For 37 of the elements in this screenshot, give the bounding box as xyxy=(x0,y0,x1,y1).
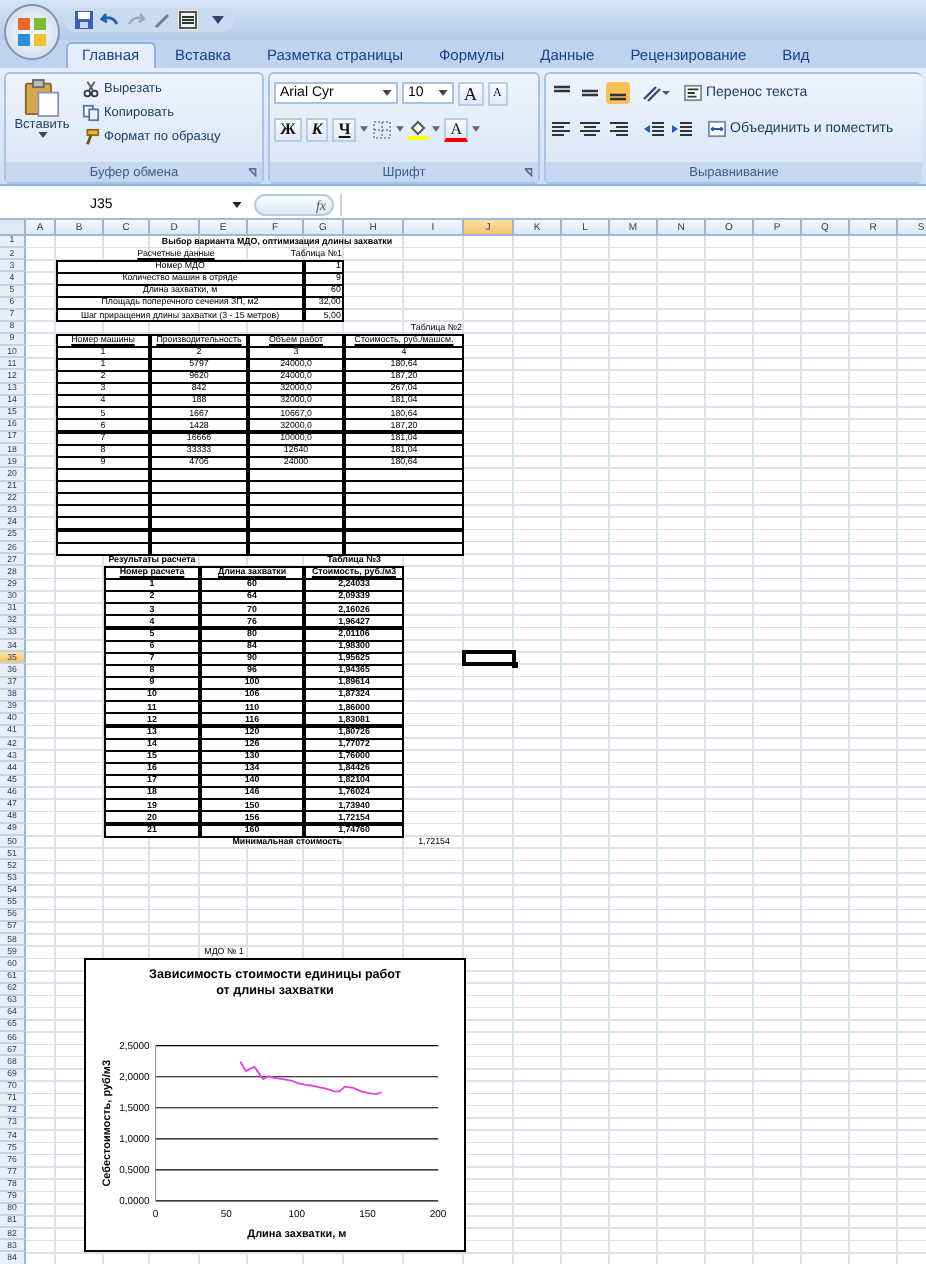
caret-icon xyxy=(382,90,392,96)
align-left-icon[interactable] xyxy=(550,118,574,140)
text-orientation-icon[interactable] xyxy=(642,82,670,104)
table-icon[interactable] xyxy=(178,10,198,30)
grow-font-button[interactable]: A xyxy=(458,81,483,105)
copy-icon xyxy=(82,104,100,122)
fill-color-icon[interactable] xyxy=(408,119,429,139)
align-right-icon[interactable] xyxy=(606,118,630,140)
decrease-indent-icon[interactable] xyxy=(642,118,666,140)
italic-button[interactable]: К xyxy=(305,117,329,141)
undo-icon[interactable] xyxy=(100,10,120,30)
caret-icon[interactable] xyxy=(396,126,405,132)
scissors-icon xyxy=(82,80,100,98)
dialog-launcher-icon[interactable] xyxy=(248,167,258,177)
font-color-button[interactable]: A xyxy=(444,117,469,141)
align-center-icon[interactable] xyxy=(578,118,602,140)
merge-cells-icon xyxy=(708,120,726,138)
caret-icon[interactable] xyxy=(432,126,441,132)
dialog-launcher-icon[interactable] xyxy=(524,167,534,177)
caret-icon[interactable] xyxy=(212,16,224,24)
caret-icon xyxy=(37,132,47,138)
increase-indent-icon[interactable] xyxy=(670,118,694,140)
save-icon[interactable] xyxy=(74,10,94,30)
clipboard-icon xyxy=(24,78,60,118)
bold-button[interactable]: Ж xyxy=(274,117,302,141)
caret-icon xyxy=(232,202,242,208)
wrap-text-icon xyxy=(684,84,702,102)
caret-icon[interactable] xyxy=(472,126,481,132)
active-cell[interactable] xyxy=(462,650,516,667)
align-bottom-icon[interactable] xyxy=(606,82,630,104)
office-button[interactable] xyxy=(4,4,60,60)
caret-icon[interactable] xyxy=(360,126,369,132)
data-line xyxy=(239,1061,383,1096)
caret-icon xyxy=(438,90,448,96)
underline-button[interactable]: Ч xyxy=(332,117,357,141)
office-logo-icon xyxy=(16,16,48,48)
paintbrush-icon xyxy=(82,128,100,146)
